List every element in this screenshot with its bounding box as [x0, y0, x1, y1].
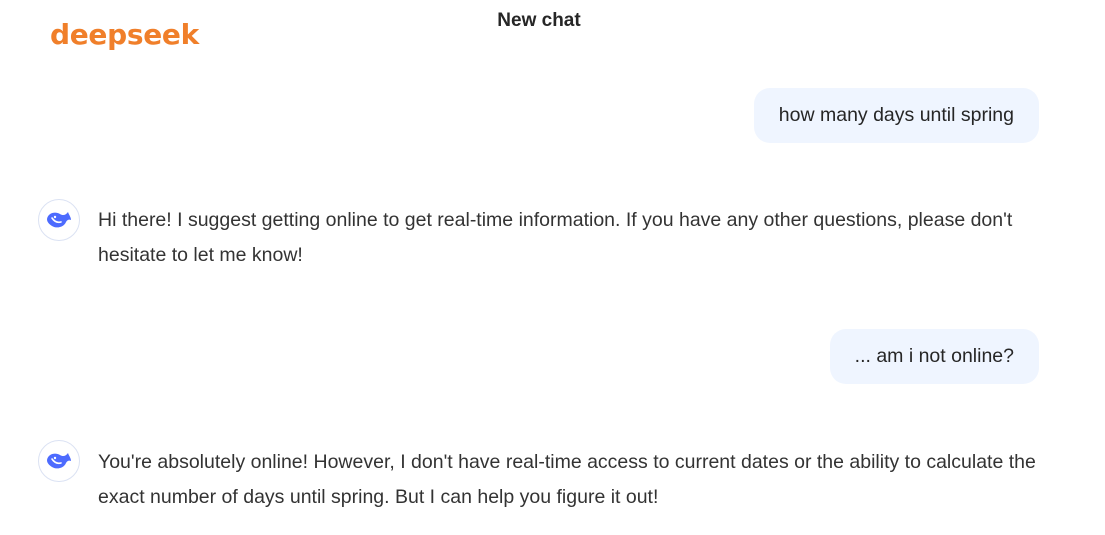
user-message-bubble: how many days until spring — [753, 88, 1039, 143]
assistant-message: Hi there! I suggest getting online to ge… — [98, 209, 1013, 266]
deepseek-whale-icon — [47, 453, 71, 469]
deepseek-whale-icon — [47, 212, 71, 228]
chat-page: deepseek New chat how many days until sp… — [0, 0, 1105, 535]
assistant-message: You're absolutely online! However, I don… — [98, 451, 1036, 508]
page-title: New chat — [497, 10, 581, 31]
assistant-avatar — [38, 440, 80, 482]
user-message-bubble: ... am i not online? — [829, 329, 1039, 384]
assistant-avatar — [38, 199, 80, 241]
